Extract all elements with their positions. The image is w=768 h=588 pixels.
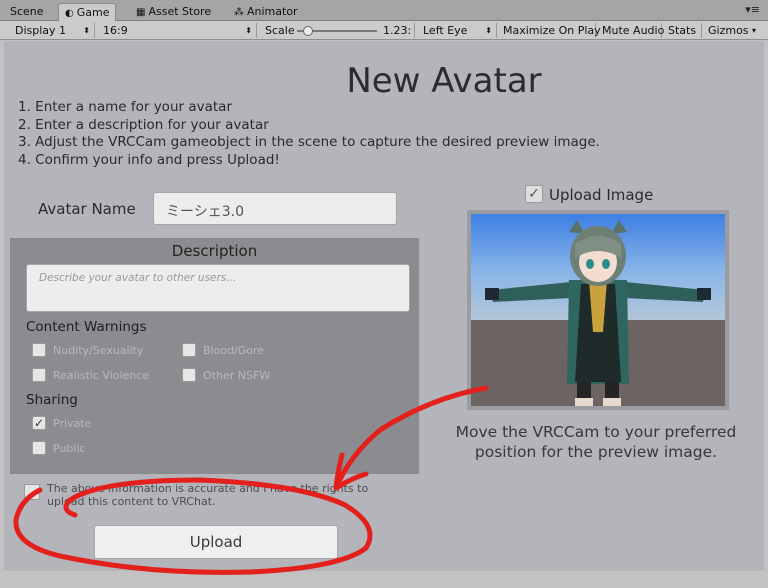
description-panel: Description Describe your avatar to othe… (10, 238, 419, 474)
upload-button[interactable]: Upload (94, 525, 338, 559)
agreement-checkbox[interactable] (24, 484, 40, 500)
chevron-down-icon: ▾ (751, 26, 756, 35)
instructions-list: 1. Enter a name for your avatar 2. Enter… (18, 99, 600, 169)
tab-scene-label: Scene (10, 5, 44, 18)
instruction-item: 1. Enter a name for your avatar (18, 99, 232, 115)
updown-icon: ⬍ (485, 26, 492, 35)
mute-audio-toggle[interactable]: Mute Audio (596, 23, 665, 38)
page-title: New Avatar (346, 61, 542, 101)
display-dropdown[interactable]: Display 1 ⬍ (9, 23, 95, 38)
private-checkbox-row[interactable]: ✓ Private (32, 416, 92, 431)
scale-control: Scale 1.23: (259, 23, 415, 38)
violence-checkbox[interactable] (32, 368, 46, 382)
eye-dropdown-value: Left Eye (423, 24, 468, 37)
game-view-toolbar: Display 1 ⬍ 16:9 ⬍ Scale 1.23: Left Eye ⬍ M… (0, 21, 768, 40)
updown-icon: ⬍ (245, 26, 252, 35)
avatar-name-label: Avatar Name (38, 200, 136, 218)
tab-options-menu-icon[interactable]: ▾≡ (745, 3, 760, 16)
gizmos-dropdown[interactable]: Gizmos ▾ (702, 23, 760, 38)
maximize-label: Maximize On Play (503, 24, 601, 37)
display-dropdown-value: Display 1 (15, 24, 67, 37)
tab-game[interactable]: ◐ Game (58, 3, 117, 21)
avatar-preview-illustration (471, 214, 725, 406)
description-input[interactable]: Describe your avatar to other users... (26, 264, 410, 312)
description-title: Description (171, 242, 258, 260)
move-camera-hint: Move the VRCCam to your preferred positi… (455, 423, 737, 461)
upload-image-toggle[interactable]: ✓ Upload Image (525, 184, 654, 205)
scale-slider-knob[interactable] (303, 26, 314, 36)
eye-dropdown[interactable]: Left Eye ⬍ (417, 23, 497, 38)
aspect-dropdown[interactable]: 16:9 ⬍ (97, 23, 257, 38)
stats-toggle[interactable]: Stats (662, 23, 702, 38)
gizmos-label: Gizmos (708, 24, 749, 37)
gore-checkbox-row[interactable]: Blood/Gore (182, 343, 265, 358)
agreement-text: The above information is accurate and I … (47, 482, 369, 508)
content-warnings-label: Content Warnings (26, 319, 147, 335)
nsfw-checkbox[interactable] (182, 368, 196, 382)
scale-value: 1.23: (383, 24, 412, 37)
nudity-label: Nudity/Sexuality (53, 344, 144, 357)
avatar-preview-image (467, 210, 729, 410)
editor-tab-bar: Scene ◐ Game ▦ Asset Store ⁂ Animator ▾≡ (0, 0, 768, 21)
nudity-checkbox-row[interactable]: Nudity/Sexuality (32, 343, 144, 358)
public-checkbox[interactable] (32, 441, 46, 455)
tab-asset-store[interactable]: ▦ Asset Store (130, 3, 217, 21)
tab-animator-label: Animator (247, 5, 298, 18)
maximize-on-play-toggle[interactable]: Maximize On Play (497, 23, 601, 38)
asset-store-icon: ▦ (136, 7, 146, 18)
nsfw-checkbox-row[interactable]: Other NSFW (182, 368, 271, 383)
tab-animator[interactable]: ⁂ Animator (228, 3, 304, 21)
unity-editor-window: Scene ◐ Game ▦ Asset Store ⁂ Animator ▾≡ Di… (0, 0, 768, 588)
instruction-item: 3. Adjust the VRCCam gameobject in the s… (18, 134, 600, 150)
tab-asset-store-label: Asset Store (148, 5, 212, 18)
aspect-dropdown-value: 16:9 (103, 24, 128, 37)
scale-label: Scale (265, 24, 295, 37)
gore-label: Blood/Gore (203, 344, 265, 357)
tab-game-label: Game (76, 6, 110, 19)
nsfw-label: Other NSFW (203, 369, 271, 382)
public-checkbox-row[interactable]: Public (32, 441, 86, 456)
instruction-item: 2. Enter a description for your avatar (18, 116, 269, 133)
upload-image-label: Upload Image (549, 186, 654, 204)
private-checkbox[interactable]: ✓ (32, 416, 46, 430)
checkmark-icon: ✓ (33, 416, 45, 430)
animator-icon: ⁂ (234, 7, 244, 18)
private-label: Private (53, 417, 92, 430)
mute-label: Mute Audio (602, 24, 665, 37)
violence-checkbox-row[interactable]: Realistic Violence (32, 368, 150, 383)
instruction-item: 4. Confirm your info and press Upload! (18, 151, 280, 168)
violence-label: Realistic Violence (53, 369, 150, 382)
checkmark-icon: ✓ (528, 185, 540, 202)
avatar-name-input[interactable]: ミーシェ3.0 (153, 192, 397, 225)
public-label: Public (53, 442, 86, 455)
stats-label: Stats (668, 24, 697, 37)
upload-image-checkbox[interactable]: ✓ (525, 184, 543, 203)
tab-scene[interactable]: Scene (4, 3, 50, 21)
game-view: New Avatar 1. Enter a name for your avat… (4, 41, 764, 571)
nudity-checkbox[interactable] (32, 343, 46, 357)
updown-icon: ⬍ (83, 26, 90, 35)
sharing-label: Sharing (26, 392, 78, 408)
gore-checkbox[interactable] (182, 343, 196, 357)
